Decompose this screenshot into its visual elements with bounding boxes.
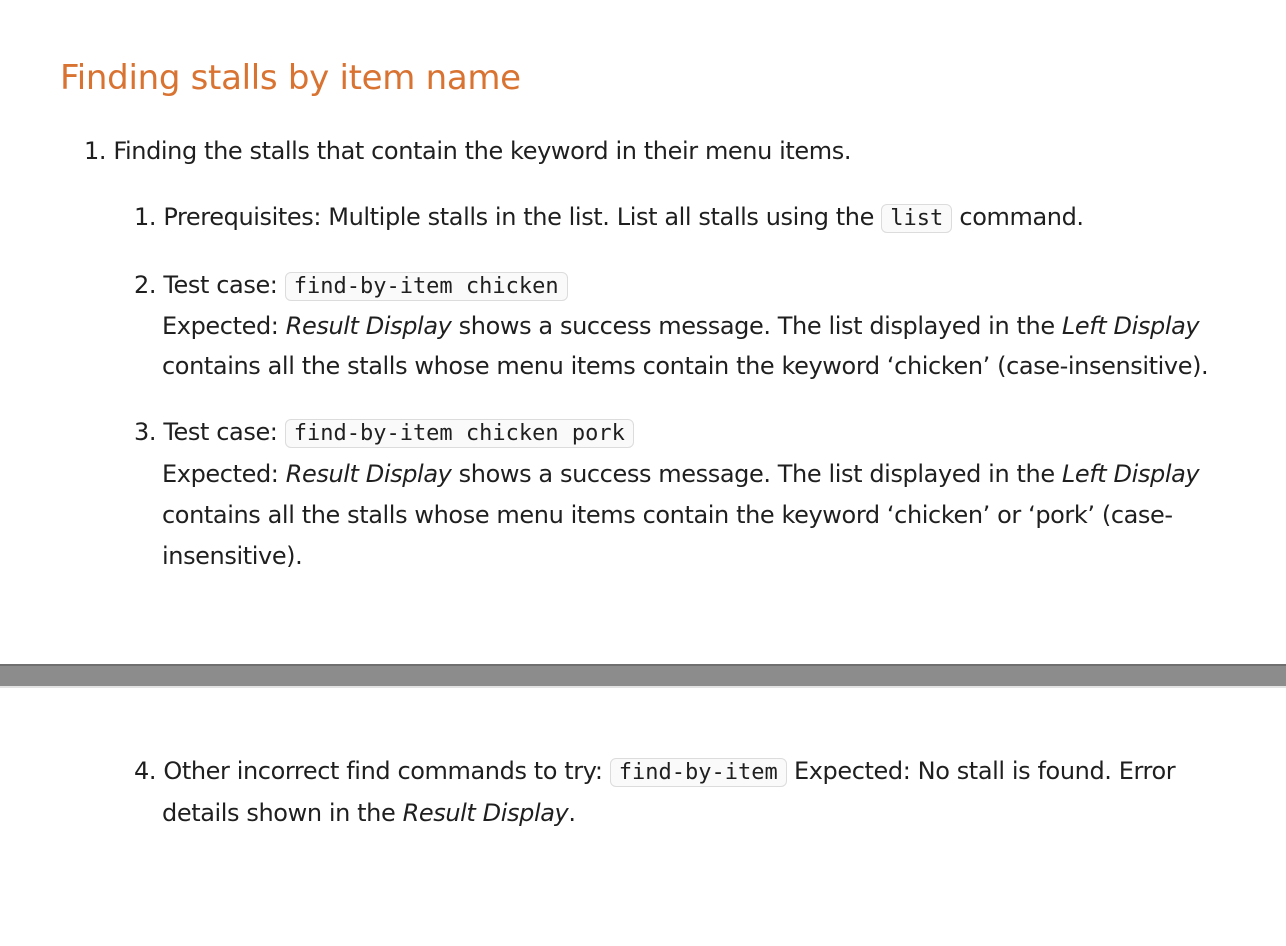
list-item-text: Finding the stalls that contain the keyw… bbox=[113, 137, 852, 165]
expected-line-2: contains all the stalls whose menu items… bbox=[162, 352, 1209, 380]
code-find-by-item-chicken: find-by-item chicken bbox=[284, 272, 568, 301]
test-case-label: Test case: bbox=[163, 271, 278, 299]
result-display-term: Result Display bbox=[285, 312, 452, 340]
page-separator-shadow bbox=[0, 686, 1286, 688]
sublist-item-1: 1. Prerequisites: Multiple stalls in the… bbox=[134, 197, 1084, 239]
sublist-item-3: 3. Test case: find-by-item chicken pork bbox=[134, 412, 634, 454]
document-page: Finding stalls by item name 1. Finding t… bbox=[0, 0, 1286, 946]
result-display-term: Result Display bbox=[285, 460, 452, 488]
expected-text: shows a success message. The list displa… bbox=[458, 460, 1055, 488]
prerequisite-text-end: command. bbox=[959, 203, 1084, 231]
item-text: Other incorrect find commands to try: bbox=[163, 757, 603, 785]
code-find-by-item-chicken-pork: find-by-item chicken pork bbox=[284, 419, 634, 448]
expected-line: Expected: Result Display shows a success… bbox=[162, 306, 1200, 346]
expected-text: Expected: No stall is found. Error bbox=[793, 757, 1176, 785]
expected-line: Expected: Result Display shows a success… bbox=[162, 454, 1200, 494]
code-list: list bbox=[881, 204, 953, 233]
sublist-item-4: 4. Other incorrect find commands to try:… bbox=[134, 751, 1176, 793]
list-number: 1. bbox=[134, 203, 157, 231]
left-display-term: Left Display bbox=[1061, 312, 1200, 340]
list-number: 2. bbox=[134, 271, 157, 299]
expected-label: Expected: bbox=[162, 460, 279, 488]
list-item-1: 1. Finding the stalls that contain the k… bbox=[84, 131, 852, 171]
section-heading: Finding stalls by item name bbox=[60, 58, 521, 98]
sublist-item-2: 2. Test case: find-by-item chicken bbox=[134, 265, 568, 307]
list-number: 4. bbox=[134, 757, 157, 785]
prerequisite-text: Prerequisites: Multiple stalls in the li… bbox=[163, 203, 874, 231]
list-number: 3. bbox=[134, 418, 157, 446]
expected-line-2: contains all the stalls whose menu items… bbox=[162, 501, 1173, 529]
period: . bbox=[568, 799, 576, 827]
expected-text: shows a success message. The list displa… bbox=[458, 312, 1055, 340]
page-separator bbox=[0, 664, 1286, 686]
test-case-label: Test case: bbox=[163, 418, 278, 446]
list-number: 1. bbox=[84, 137, 107, 165]
expected-label: Expected: bbox=[162, 312, 279, 340]
expected-text: details shown in the bbox=[162, 799, 396, 827]
result-display-term: Result Display bbox=[402, 799, 569, 827]
expected-line-3: insensitive). bbox=[162, 542, 303, 570]
code-find-by-item: find-by-item bbox=[609, 758, 787, 787]
left-display-term: Left Display bbox=[1061, 460, 1200, 488]
expected-line-2: details shown in the Result Display. bbox=[162, 793, 576, 833]
